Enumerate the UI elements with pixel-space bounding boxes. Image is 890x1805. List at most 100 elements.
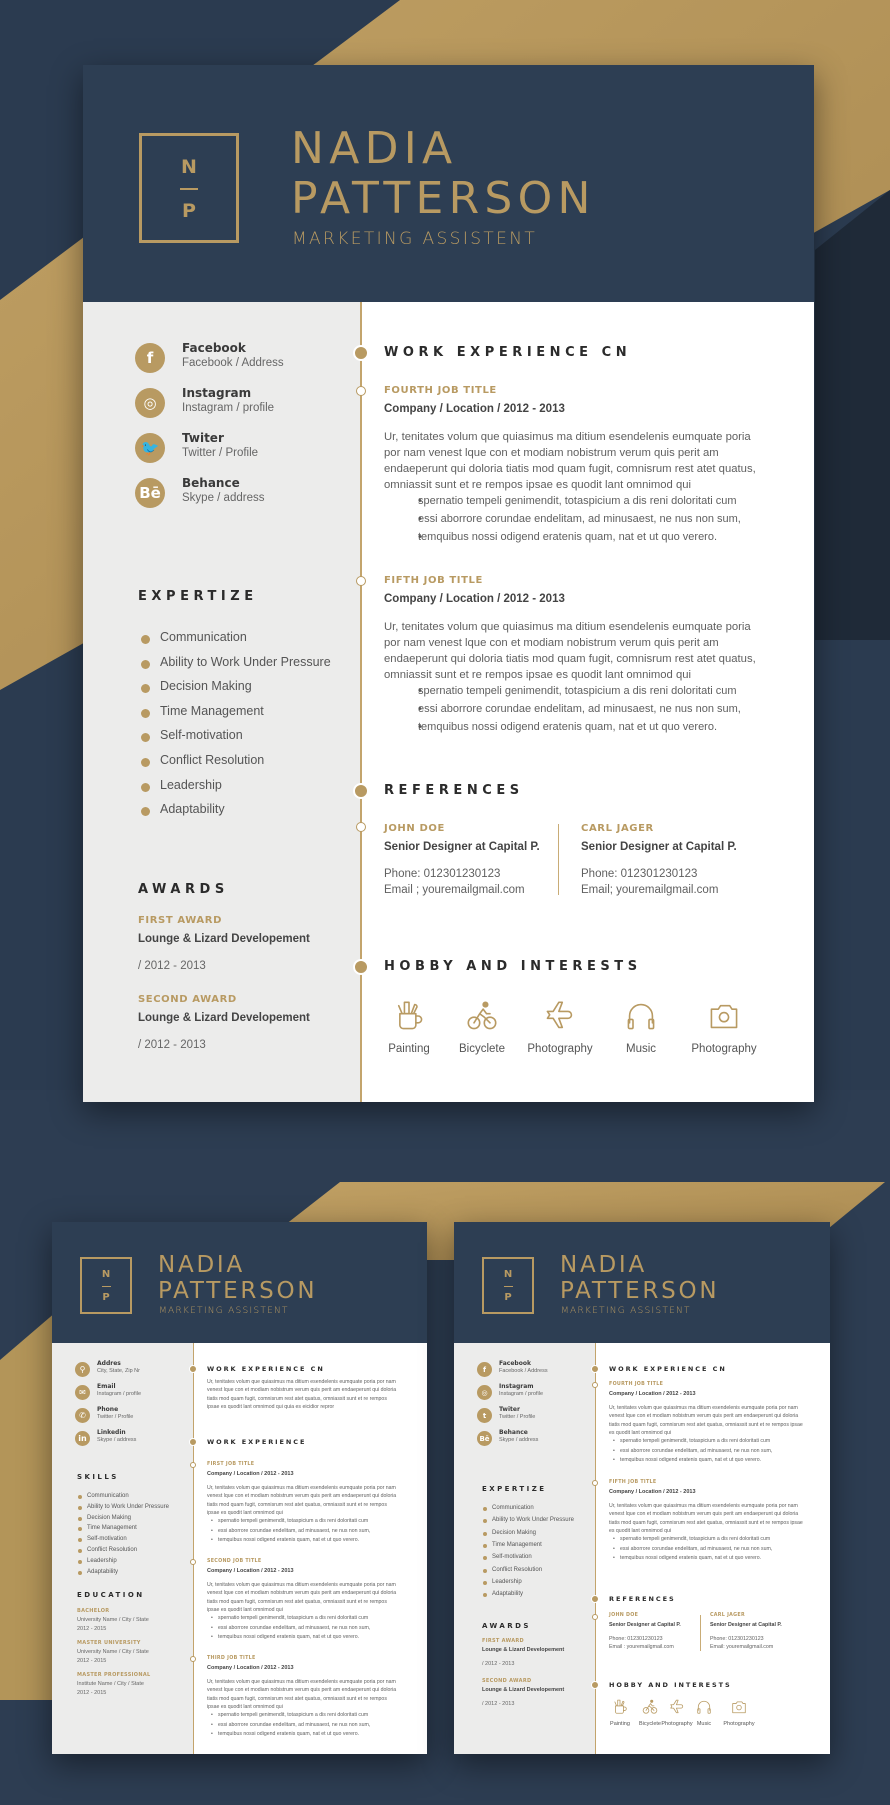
email-icon: ✉ xyxy=(75,1385,90,1400)
skills-heading: SKILLS xyxy=(77,1473,119,1481)
bullet-dot-icon: • xyxy=(211,1721,213,1728)
monogram-top-letter: N xyxy=(503,1269,513,1280)
job-bullet: temquibus nossi odigend eratenis quam, n… xyxy=(620,1457,762,1463)
reference-name: CARL JAGER xyxy=(710,1613,745,1618)
job-bullet: spernatio tempeli genimendit, totaspiciu… xyxy=(218,1615,369,1621)
work-experience-heading: WORK EXPERIENCE CN xyxy=(384,345,632,360)
skill-item: Self-motivation xyxy=(87,1536,127,1543)
expertize-item: Adaptability xyxy=(160,802,225,817)
monogram-bottom-letter: P xyxy=(504,1292,512,1303)
monogram-bottom-letter: P xyxy=(182,200,196,222)
timeline-dot-work xyxy=(353,345,369,361)
bullet-dot-icon xyxy=(141,782,150,792)
contact-value: Instagram / profile xyxy=(97,1391,142,1397)
expertize-item: Ability to Work Under Pressure xyxy=(160,654,331,669)
reference-phone: Phone: 012301230123 xyxy=(609,1636,663,1642)
job-title: FOURTH JOB TITLE xyxy=(384,385,497,396)
timeline-dot-job xyxy=(592,1480,598,1486)
job-description: Ur, tenitates volum que quiasimus ma dit… xyxy=(384,621,756,681)
education-title: BACHELOR xyxy=(77,1608,110,1614)
hobby-label: Photography xyxy=(527,1043,593,1055)
reference-email[interactable]: Email : youremailgmail.com xyxy=(609,1644,674,1650)
references-heading: REFERENCES xyxy=(609,1595,676,1603)
contact-label: Email xyxy=(97,1383,116,1390)
expertize-item: Self-motivation xyxy=(160,728,243,743)
job-title: FIFTH JOB TITLE xyxy=(609,1480,657,1485)
job-role: MARKETING ASSISTENT xyxy=(292,229,538,249)
contact-label: Facebook xyxy=(182,341,246,355)
bullet-dot-icon: • xyxy=(211,1731,213,1737)
job-bullet: spernatio tempeli genimendit, totaspiciu… xyxy=(218,1712,369,1718)
reference-position: Senior Designer at Capital P. xyxy=(609,1622,681,1628)
reference-name: JOHN DOE xyxy=(384,823,445,834)
award-title: SECOND AWARD xyxy=(482,1678,532,1684)
contact-value: Facebook / Address xyxy=(182,357,284,369)
education-date: 2012 - 2015 xyxy=(77,1658,107,1664)
job-company: Company / Location / 2012 - 2013 xyxy=(207,1568,294,1574)
education-date: 2012 - 2015 xyxy=(77,1626,107,1632)
contact-label: Twiter xyxy=(499,1406,520,1413)
timeline-dot-job xyxy=(356,386,366,396)
expertize-item: Time Management xyxy=(160,703,264,718)
linkedin-icon: in xyxy=(75,1431,90,1446)
job-company: Company / Location / 2012 - 2013 xyxy=(384,403,565,415)
job-bullet: essi aborrore corundae endelitam, ad min… xyxy=(384,513,774,531)
expertize-item: Conflict Resolution xyxy=(160,753,265,767)
bullet-dot-icon: • xyxy=(613,1555,615,1561)
monogram-top-letter: N xyxy=(101,1269,111,1280)
hobby-label: Photography xyxy=(723,1721,755,1727)
expertize-item: Decision Making xyxy=(160,679,252,694)
airplane-icon xyxy=(669,1699,685,1720)
contact-label: Twiter xyxy=(182,431,224,445)
name-first: NADIA xyxy=(560,1252,647,1278)
contact-value: City, State, Zip Nr xyxy=(97,1368,140,1374)
award-title: FIRST AWARD xyxy=(138,915,222,926)
award-title: SECOND AWARD xyxy=(138,994,237,1005)
expertize-item: Self-motivation xyxy=(492,1554,532,1561)
expertize-item: Conflict Resolution xyxy=(492,1566,543,1573)
bullet-dot-icon: • xyxy=(613,1438,615,1444)
reference-position: Senior Designer at Capital P. xyxy=(710,1622,782,1628)
job-role: MARKETING ASSISTENT xyxy=(159,1306,289,1316)
timeline-dot-ref xyxy=(356,822,366,832)
bullet-dot-icon xyxy=(141,659,150,669)
reference-email[interactable]: Email: youremailgmail.com xyxy=(710,1644,773,1650)
skill-item: Leadership xyxy=(87,1557,117,1564)
timeline-dot-references xyxy=(353,783,369,799)
job-bullet: temquibus nossi odigend eratenis quam, n… xyxy=(218,1634,360,1640)
contact-label: Linkedin xyxy=(97,1429,126,1436)
airplane-icon xyxy=(544,1000,576,1037)
name-first: NADIA xyxy=(158,1252,245,1278)
job-bullet: spernatio tempeli genimendit, totaspiciu… xyxy=(620,1438,771,1444)
contact-value: Twitter / Profile xyxy=(182,447,259,459)
work-experience-heading: WORK EXPERIENCE CN xyxy=(609,1365,727,1373)
references-divider xyxy=(700,1615,701,1651)
behance-icon: Bē xyxy=(135,478,165,508)
job-description: Ur, tenitates volum que quiasimus ma dit… xyxy=(609,1405,803,1436)
education-place: Institute Name / City / State xyxy=(77,1681,144,1687)
behance-icon: Bē xyxy=(477,1431,492,1446)
reference-email[interactable]: Email; youremailgmail.com xyxy=(581,884,718,896)
job-company: Company / Location / 2012 - 2013 xyxy=(207,1665,294,1671)
headphones-icon xyxy=(696,1699,712,1720)
reference-phone: Phone: 012301230123 xyxy=(384,868,501,880)
job-bullet: temquibus nossi odigend eratenis quam, n… xyxy=(218,1731,360,1737)
painting-icon xyxy=(612,1699,628,1720)
contact-value: Twitter / Profile xyxy=(97,1414,134,1420)
bullet-dot-icon: • xyxy=(211,1518,213,1524)
education-title: MASTER UNIVERSITY xyxy=(77,1640,141,1646)
reference-phone: Phone: 012301230123 xyxy=(581,868,698,880)
timeline-line xyxy=(595,1343,596,1754)
resume-thumbnail-right: N P NADIA PATTERSON MARKETING ASSISTENT … xyxy=(454,1222,830,1754)
bicycle-icon xyxy=(466,1000,498,1037)
expertize-item: Leadership xyxy=(492,1578,522,1585)
name-last: PATTERSON xyxy=(158,1278,318,1304)
timeline-dot-job xyxy=(190,1559,196,1565)
bullet-dot-icon: • xyxy=(613,1536,615,1542)
monogram-bottom-letter: P xyxy=(102,1292,110,1303)
reference-email[interactable]: Email ; youremailgmail.com xyxy=(384,884,525,896)
monogram-logo: N P xyxy=(139,133,239,243)
education-title: MASTER PROFESSIONAL xyxy=(77,1672,151,1678)
job-description: Ur, tenitates volum que quiasimus ma dit… xyxy=(609,1503,803,1534)
award-organization: Lounge & Lizard Developement xyxy=(138,1012,310,1024)
